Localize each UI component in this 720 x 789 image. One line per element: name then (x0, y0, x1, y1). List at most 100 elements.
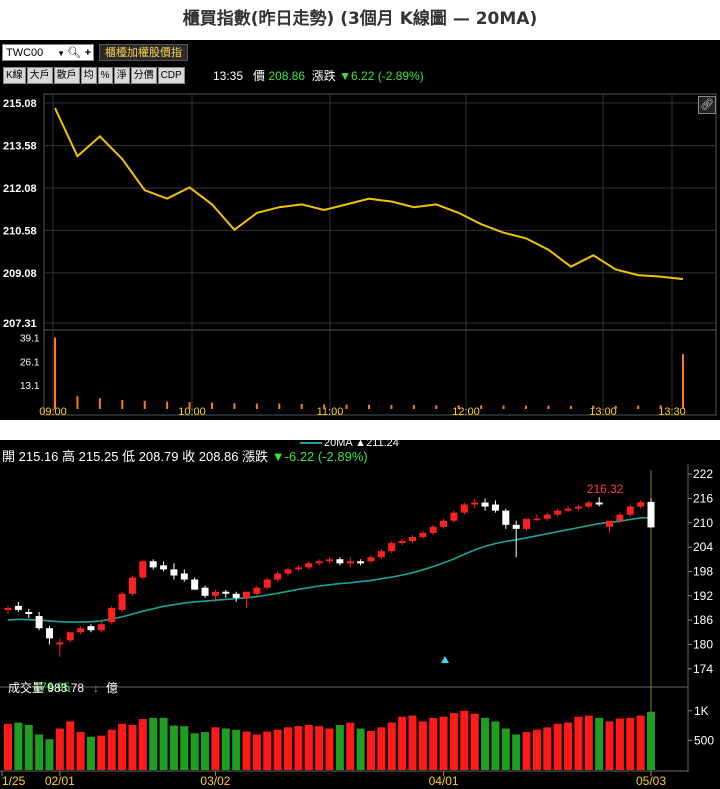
volume-bar (626, 717, 635, 770)
vol-tick-label: 26.1 (20, 357, 40, 368)
volume-bar (412, 404, 415, 409)
volume-bar (35, 734, 44, 770)
candle-body (294, 567, 302, 570)
volume-unit: 億 (106, 681, 118, 695)
volume-bar (190, 733, 199, 770)
x-tick-label: 04/01 (429, 774, 459, 788)
volume-bar (390, 404, 393, 409)
volume-bar (480, 405, 483, 409)
y-tick-label: 213.58 (3, 140, 37, 152)
y-tick-label: 180 (693, 637, 713, 651)
volume-bar (233, 403, 236, 409)
volume-bar (221, 728, 230, 770)
candle-body (491, 504, 499, 511)
volume-bar (211, 727, 220, 770)
vol-tick-label: 500 (694, 733, 714, 747)
candle-body (471, 502, 479, 505)
candle-body (14, 605, 22, 610)
volume-bar (553, 723, 562, 770)
volume-bar (502, 405, 505, 409)
candle-body (647, 501, 655, 528)
volume-bar (128, 724, 137, 770)
x-tick-label: 11:00 (317, 406, 344, 418)
candle-body (523, 518, 531, 529)
volume-bar (255, 403, 258, 409)
candle-body (408, 536, 416, 542)
volume-bar (335, 724, 344, 770)
volume-bar (14, 722, 23, 770)
candle-body (97, 624, 105, 631)
volume-bar (138, 719, 147, 770)
volume-bar (636, 715, 645, 770)
volume-bar (418, 721, 427, 770)
volume-bar (345, 404, 348, 409)
volume-bar (55, 728, 64, 770)
candle-body (626, 506, 634, 515)
candle-body (637, 502, 645, 507)
candle-body (543, 514, 551, 519)
candle-body (201, 587, 209, 596)
volume-bar (242, 731, 251, 770)
volume-bar (449, 713, 458, 770)
volume-bar (429, 717, 438, 770)
volume-bar (574, 716, 583, 770)
x-tick-label: 13:30 (658, 406, 686, 418)
marker-triangle (441, 656, 449, 663)
volume-bar (569, 405, 572, 409)
candle-body (180, 573, 188, 580)
volume-bar (595, 717, 604, 770)
volume-bar (304, 724, 313, 770)
volume-bar (4, 723, 12, 770)
volume-bar (149, 717, 158, 770)
volume-bar (232, 729, 241, 770)
x-tick-label: 02/01 (45, 774, 75, 788)
candle-body (336, 559, 344, 564)
candle-body (25, 612, 33, 615)
price-line (54, 107, 684, 281)
volume-bar (118, 723, 127, 770)
volume-bar (525, 405, 527, 409)
x-tick-label: 09:00 (39, 406, 67, 418)
candle-body (263, 579, 271, 588)
y-tick-label: 210.58 (3, 225, 37, 237)
volume-bar (121, 399, 124, 409)
x-tick-label: 1/25 (2, 774, 26, 788)
volume-bar (263, 731, 272, 770)
volume-down-arrow: ↓ (93, 681, 99, 695)
candle-body (222, 591, 230, 594)
candle-body (211, 591, 219, 596)
x-tick-label: 03/02 (200, 774, 230, 788)
volume-bar (143, 400, 146, 409)
y-tick-label: 207.31 (3, 318, 37, 330)
link-icon[interactable]: 🔗︎ (698, 96, 716, 114)
max-price-label: 216.32 (587, 482, 624, 496)
candle-body (170, 569, 178, 576)
volume-bar (45, 739, 54, 770)
candle-body (512, 524, 520, 529)
candle-body (243, 591, 251, 598)
volume-bar (98, 398, 101, 409)
volume-bar (252, 734, 261, 770)
volume-bar (188, 402, 191, 409)
candle-body (66, 632, 74, 641)
volume-bar (76, 396, 79, 409)
volume-bar (323, 404, 326, 409)
volume-bar (512, 734, 521, 770)
volume-label: 成交量 983.78 (8, 680, 84, 695)
candle-body (585, 502, 593, 507)
candle-body (232, 593, 240, 598)
y-tick-label: 216 (693, 491, 713, 505)
candle-body (502, 510, 510, 525)
y-tick-label: 204 (693, 540, 713, 554)
candle-body (440, 520, 448, 527)
y-tick-label: 198 (693, 564, 713, 578)
volume-bar (107, 729, 116, 770)
candle-body (139, 561, 147, 578)
y-tick-label: 210 (693, 516, 713, 530)
volume-bar (66, 721, 75, 770)
candle-body (377, 551, 385, 558)
plot-frame (43, 93, 717, 416)
candle-body (274, 573, 282, 580)
candle-body (346, 561, 354, 564)
y-tick-label: 222 (693, 467, 713, 481)
